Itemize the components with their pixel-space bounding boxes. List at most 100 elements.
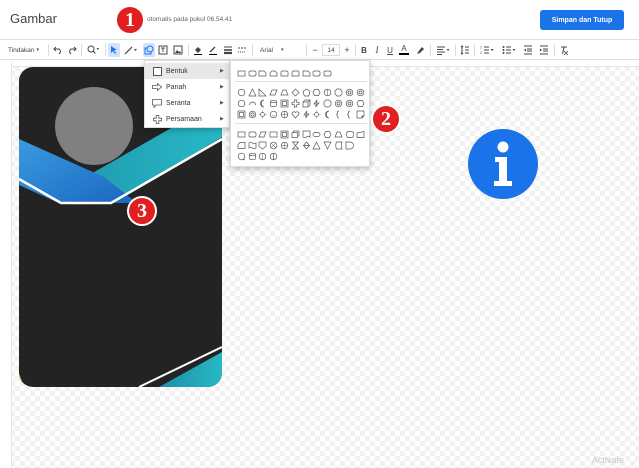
shape-option-sun-icon[interactable] [258, 109, 269, 119]
italic-icon[interactable]: I [372, 43, 382, 57]
font-family-select[interactable]: Arial ▾ [260, 43, 290, 57]
menu-item-equations[interactable]: Persamaan ▶ [145, 111, 231, 127]
shape-option-pent-icon[interactable] [301, 87, 312, 97]
decrease-font-size-icon[interactable]: − [310, 43, 320, 57]
shape-option-plus-icon[interactable] [290, 98, 301, 108]
shape-option-delay-icon[interactable] [344, 140, 355, 150]
border-color-icon[interactable] [207, 43, 219, 57]
shape-option-para-icon[interactable] [258, 129, 269, 139]
shape-option-snip2-icon[interactable] [268, 68, 279, 78]
bulleted-list-icon[interactable] [500, 43, 518, 57]
shape-option-offpage-icon[interactable] [258, 140, 269, 150]
shape-option-cube-icon[interactable] [301, 98, 312, 108]
shape-option-fold-icon[interactable] [355, 109, 366, 119]
redo-icon[interactable] [66, 43, 78, 57]
decrease-indent-icon[interactable] [522, 43, 534, 57]
menu-item-shapes[interactable]: Bentuk ▶ [145, 63, 231, 79]
shape-option-trap-icon[interactable] [333, 129, 344, 139]
shape-option-seqdb-icon[interactable] [236, 151, 247, 161]
shape-option-bolt-icon[interactable] [301, 109, 312, 119]
shape-option-manual-icon[interactable] [355, 129, 366, 139]
select-cursor-icon[interactable] [108, 43, 120, 57]
shape-option-bolt-icon[interactable] [312, 98, 323, 108]
fill-color-icon[interactable] [192, 43, 204, 57]
highlight-color-icon[interactable] [414, 43, 426, 57]
shape-option-rect-icon[interactable] [268, 129, 279, 139]
shape-option-rrect-icon[interactable] [247, 68, 258, 78]
shape-option-moon-icon[interactable] [322, 109, 333, 119]
shape-option-sun-icon[interactable] [312, 109, 323, 119]
shape-option-pcirc-icon[interactable] [279, 140, 290, 150]
shape-option-display-icon[interactable] [344, 129, 355, 139]
shape-option-heart-icon[interactable] [290, 109, 301, 119]
shape-option-dec-icon[interactable] [333, 98, 344, 108]
shape-option-arc-icon[interactable] [247, 98, 258, 108]
zoom-icon[interactable] [84, 43, 102, 57]
shape-option-oct-icon[interactable] [322, 98, 333, 108]
shape-option-moon-icon[interactable] [258, 98, 269, 108]
increase-font-size-icon[interactable]: + [342, 43, 352, 57]
save-and-close-button[interactable]: Simpan dan Tutup [540, 10, 624, 30]
shape-option-hept-icon[interactable] [322, 87, 333, 97]
shape-option-extract-icon[interactable] [312, 140, 323, 150]
shape-option-pcirc-icon[interactable] [279, 109, 290, 119]
shape-option-sort-icon[interactable] [301, 140, 312, 150]
menu-item-arrows[interactable]: Panah ▶ [145, 79, 231, 95]
shape-option-store-icon[interactable] [333, 140, 344, 150]
shape-option-trap-icon[interactable] [279, 87, 290, 97]
shape-option-doc-icon[interactable] [301, 129, 312, 139]
font-size-input[interactable]: 14 [322, 44, 340, 56]
shape-option-rrect-icon[interactable] [312, 68, 323, 78]
shape-option-xcirc-icon[interactable] [268, 140, 279, 150]
shape-option-merge-icon[interactable] [322, 140, 333, 150]
shape-option-hex-icon[interactable] [312, 87, 323, 97]
image-icon[interactable] [172, 43, 184, 57]
increase-indent-icon[interactable] [538, 43, 550, 57]
shape-option-circle-icon[interactable] [236, 87, 247, 97]
shape-option-tape-icon[interactable] [247, 140, 258, 150]
shape-option-summing-icon[interactable] [258, 151, 269, 161]
shape-option-rect-icon[interactable] [236, 129, 247, 139]
border-weight-icon[interactable] [222, 43, 234, 57]
align-icon[interactable] [434, 43, 452, 57]
shape-option-terminator-icon[interactable] [312, 129, 323, 139]
shape-option-frame-icon[interactable] [279, 98, 290, 108]
shape-option-dec-icon[interactable] [344, 87, 355, 97]
shape-option-rtri-icon[interactable] [258, 87, 269, 97]
shape-option-tab-icon[interactable] [290, 68, 301, 78]
shape-option-smile-icon[interactable] [268, 109, 279, 119]
shape-option-rrect-icon[interactable] [247, 129, 258, 139]
shape-tool-icon[interactable] [143, 43, 155, 57]
numbered-list-icon[interactable]: 12 [478, 43, 496, 57]
actions-menu[interactable]: Tindakan ▾ [8, 43, 48, 57]
underline-icon[interactable]: U [385, 43, 395, 57]
shape-option-diamond-icon[interactable] [290, 87, 301, 97]
shape-option-brace-icon[interactable] [333, 109, 344, 119]
border-dash-icon[interactable] [236, 43, 248, 57]
shape-option-hex-icon[interactable] [355, 98, 366, 108]
shape-option-hex-icon[interactable] [322, 129, 333, 139]
line-spacing-icon[interactable] [459, 43, 471, 57]
shape-option-cyl-icon[interactable] [268, 98, 279, 108]
shape-option-frame-icon[interactable] [279, 129, 290, 139]
shape-option-brace-icon[interactable] [344, 109, 355, 119]
bold-icon[interactable]: B [359, 43, 369, 57]
shape-option-halfcirc-icon[interactable] [268, 151, 279, 161]
shape-option-tab-icon[interactable] [279, 68, 290, 78]
shape-option-hour-icon[interactable] [290, 140, 301, 150]
menu-item-callouts[interactable]: Seranta ▶ [145, 95, 231, 111]
shape-option-rrect-icon[interactable] [322, 68, 333, 78]
line-tool-icon[interactable] [122, 43, 140, 57]
text-color-icon[interactable]: A [399, 43, 409, 55]
shape-option-para-icon[interactable] [268, 87, 279, 97]
shape-option-circle-icon[interactable] [236, 98, 247, 108]
shape-option-mag-icon[interactable] [247, 151, 258, 161]
shape-option-oct-icon[interactable] [333, 87, 344, 97]
shape-option-snip-icon[interactable] [301, 68, 312, 78]
shape-option-frame-icon[interactable] [236, 109, 247, 119]
shape-option-multidoc-icon[interactable] [290, 129, 301, 139]
clear-formatting-icon[interactable] [558, 43, 570, 57]
shape-option-rect-icon[interactable] [236, 68, 247, 78]
shape-option-dec-icon[interactable] [344, 98, 355, 108]
undo-icon[interactable] [52, 43, 64, 57]
